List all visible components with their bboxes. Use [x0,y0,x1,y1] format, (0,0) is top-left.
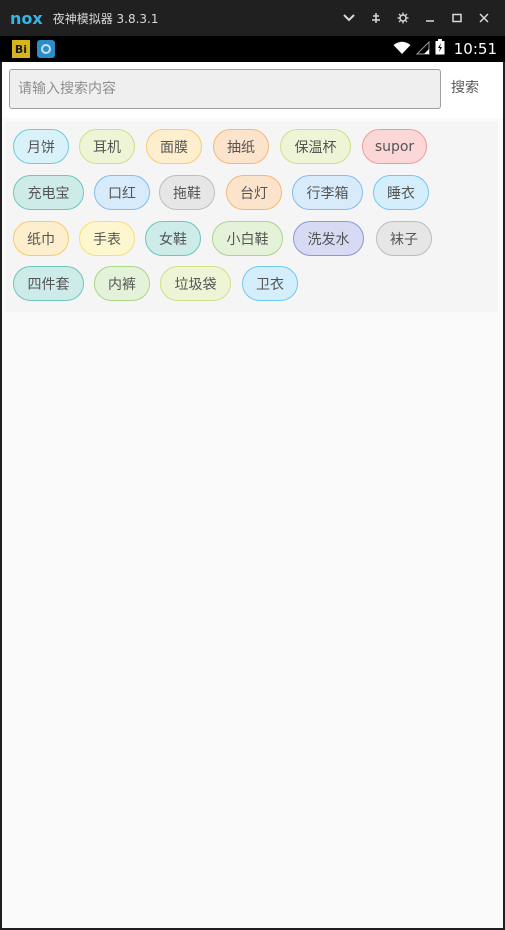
battery-charging-icon [435,39,445,59]
close-icon[interactable] [470,0,497,36]
tag-item[interactable]: 女鞋 [145,221,201,256]
search-bar: 搜索 [2,62,503,118]
gear-icon[interactable] [389,0,416,36]
pin-icon[interactable] [362,0,389,36]
tag-item[interactable]: 四件套 [13,266,84,301]
tag-item[interactable]: 耳机 [79,129,135,164]
search-button[interactable]: 搜索 [445,74,485,100]
maximize-icon[interactable] [443,0,470,36]
tag-item[interactable]: 月饼 [13,129,69,164]
nox-logo: nox [10,8,43,28]
wifi-icon [393,40,411,59]
android-status-bar: Bi 10:51 [0,36,505,62]
tag-item[interactable]: 内裤 [94,266,150,301]
tag-item[interactable]: 行李箱 [292,175,363,210]
tag-item[interactable]: 睡衣 [373,175,429,210]
emulator-titlebar: nox 夜神模拟器 3.8.3.1 [0,0,505,36]
tag-item[interactable]: 口红 [94,175,150,210]
tag-item[interactable]: 小白鞋 [212,221,283,256]
emulator-window: nox 夜神模拟器 3.8.3.1 Bi 10:51 请输入搜索内容 搜索 月饼… [0,0,505,930]
notification-app-icon [37,40,55,58]
tag-item[interactable]: 保温杯 [280,129,351,164]
signal-icon [415,40,430,59]
tag-item[interactable]: 袜子 [376,221,432,256]
tag-item[interactable]: 面膜 [146,129,202,164]
tag-item[interactable]: 台灯 [226,175,282,210]
tag-item[interactable]: 卫衣 [242,266,298,301]
hot-search-tags: 月饼 耳机 面膜 抽纸 保温杯 supor 充电宝 口红 拖鞋 台灯 行李箱 睡… [5,122,498,312]
window-title: 夜神模拟器 3.8.3.1 [52,11,159,26]
chevron-down-icon[interactable] [335,0,362,36]
tag-item[interactable]: 手表 [79,221,135,256]
tag-item[interactable]: 充电宝 [13,175,84,210]
tag-item[interactable]: supor [362,129,427,164]
tag-item[interactable]: 拖鞋 [159,175,215,210]
status-time: 10:51 [453,40,497,58]
tag-item[interactable]: 垃圾袋 [160,266,231,301]
status-indicators: 10:51 [393,36,497,62]
tag-item[interactable]: 纸巾 [13,221,69,256]
bi-app-icon: Bi [12,40,30,58]
window-controls [335,0,497,36]
tag-item[interactable]: 洗发水 [293,221,364,256]
minimize-icon[interactable] [416,0,443,36]
search-input[interactable] [9,69,441,109]
app-screen: 搜索 月饼 耳机 面膜 抽纸 保温杯 supor 充电宝 口红 拖鞋 台灯 行李… [2,62,503,928]
tag-item[interactable]: 抽纸 [213,129,269,164]
